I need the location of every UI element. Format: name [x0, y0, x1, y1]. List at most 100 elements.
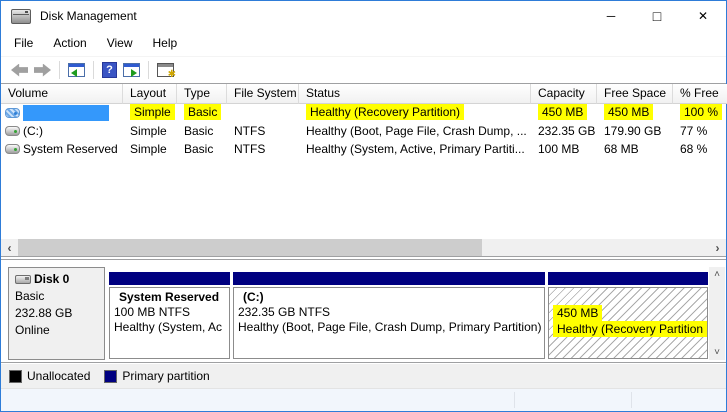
pct-free-cell: 100 % [673, 104, 727, 122]
toolbar: ? [1, 57, 726, 83]
primary-partition-swatch-icon [104, 369, 118, 383]
volume-cell: (C:) [1, 122, 123, 140]
menu-action[interactable]: Action [43, 31, 96, 56]
capacity-cell: 232.35 GB [538, 124, 596, 138]
partition-system-reserved[interactable]: System Reserved 100 MB NTFS Healthy (Sys… [109, 267, 230, 360]
type-cell: Basic [177, 104, 227, 122]
volume-cell: System Reserved [1, 140, 123, 158]
disk-0-info-block[interactable]: Disk 0 Basic 232.88 GB Online [8, 267, 105, 360]
back-button[interactable] [8, 59, 31, 81]
layout-cell: Simple [123, 104, 177, 122]
disk-title: Disk 0 [15, 271, 104, 288]
horizontal-scrollbar[interactable]: ‹ › [1, 239, 726, 256]
menu-bar: File Action View Help [1, 31, 726, 57]
scroll-down-icon[interactable]: ˅ [709, 345, 725, 360]
layout-cell: Simple [130, 142, 167, 156]
status-bar [1, 388, 726, 411]
volume-list-panel: Volume Layout Type File System Status Ca… [1, 83, 727, 257]
menu-help[interactable]: Help [143, 31, 188, 56]
status-bar-separator [514, 392, 515, 408]
volume-icon [5, 144, 20, 154]
partition-status: Healthy (System, Ac [114, 320, 223, 334]
scroll-left-icon[interactable]: ‹ [1, 239, 18, 256]
pct-free-cell: 68 % [680, 142, 708, 156]
partition-size: 450 MB [553, 305, 707, 322]
file-system-cell: NTFS [234, 142, 266, 156]
column-header-status[interactable]: Status [299, 84, 531, 104]
horizontal-scrollbar-thumb[interactable] [18, 239, 482, 256]
scroll-right-icon[interactable]: › [709, 239, 726, 256]
column-header-volume[interactable]: Volume [1, 84, 123, 104]
status-cell: Healthy (System, Active, Primary Partiti… [306, 142, 525, 156]
vertical-scrollbar[interactable]: ˄ ˅ [709, 267, 725, 360]
partition-size: 100 MB NTFS [114, 305, 191, 319]
partition-recovery[interactable]: 450 MB Healthy (Recovery Partition [548, 267, 708, 360]
column-header-layout[interactable]: Layout [123, 84, 177, 104]
disk-type: Basic [15, 289, 45, 303]
forward-button[interactable] [31, 59, 54, 81]
column-header-free-space[interactable]: Free Space [597, 84, 673, 104]
window-controls: ─ □ ✕ [588, 1, 726, 31]
volume-name-selection [23, 105, 109, 121]
column-header-file-system[interactable]: File System [227, 84, 299, 104]
partition-color-bar [109, 272, 230, 285]
pct-free-cell: 77 % [680, 124, 708, 138]
menu-file[interactable]: File [4, 31, 43, 56]
maximize-button[interactable]: □ [634, 1, 680, 31]
back-icon [11, 63, 28, 77]
list-header: Volume Layout Type File System Status Ca… [1, 84, 727, 104]
volume-cell [1, 104, 123, 122]
legend-label-unallocated: Unallocated [27, 369, 91, 383]
partition-color-bar [548, 272, 708, 285]
unallocated-swatch-icon [9, 369, 22, 383]
title-bar: Disk Management ─ □ ✕ [1, 1, 726, 31]
manage-extension-button[interactable] [154, 59, 177, 81]
help-icon: ? [102, 62, 117, 78]
type-cell: Basic [184, 124, 214, 138]
capacity-cell: 450 MB [531, 104, 597, 122]
menu-view[interactable]: View [97, 31, 143, 56]
disk-status: Online [15, 323, 50, 337]
toolbar-separator [93, 61, 94, 79]
volume-row-system-reserved[interactable]: System Reserved Simple Basic NTFS Health… [1, 140, 726, 158]
legend-label-primary-partition: Primary partition [122, 369, 210, 383]
status-bar-separator [631, 392, 632, 408]
disk-management-app-icon [11, 8, 31, 24]
partition-status: Healthy (Boot, Page File, Crash Dump, Pr… [238, 320, 542, 334]
toolbar-separator [148, 61, 149, 79]
disk-0-row: Disk 0 Basic 232.88 GB Online System Res… [1, 267, 726, 360]
volume-icon [5, 126, 20, 136]
help-button[interactable]: ? [99, 59, 120, 81]
volume-name: (C:) [23, 124, 43, 138]
partition-body: (C:) 232.35 GB NTFS Healthy (Boot, Page … [233, 287, 545, 359]
free-space-cell: 450 MB [597, 104, 673, 122]
partition-name: System Reserved [119, 290, 220, 304]
show-action-pane-button[interactable] [120, 59, 143, 81]
show-console-tree-button[interactable] [65, 59, 88, 81]
column-header-pct-free[interactable]: % Free [673, 84, 727, 104]
legend-bar: Unallocated Primary partition [1, 364, 726, 388]
file-system-cell [227, 104, 299, 122]
disk-management-window: Disk Management ─ □ ✕ File Action View H… [0, 0, 727, 412]
file-system-cell: NTFS [234, 124, 266, 138]
console-tree-icon [68, 63, 85, 77]
column-header-capacity[interactable]: Capacity [531, 84, 597, 104]
window-title: Disk Management [40, 9, 137, 23]
disk-graphical-panel: Disk 0 Basic 232.88 GB Online System Res… [1, 259, 726, 363]
capacity-cell: 100 MB [538, 142, 580, 156]
column-header-type[interactable]: Type [177, 84, 227, 104]
action-pane-icon [123, 63, 140, 77]
close-button[interactable]: ✕ [680, 1, 726, 31]
status-cell: Healthy (Boot, Page File, Crash Dump, ..… [306, 124, 527, 138]
volume-row-c[interactable]: (C:) Simple Basic NTFS Healthy (Boot, Pa… [1, 122, 726, 140]
free-space-cell: 179.90 GB [604, 124, 662, 138]
partition-c[interactable]: (C:) 232.35 GB NTFS Healthy (Boot, Page … [233, 267, 545, 360]
volume-name: System Reserved [23, 142, 118, 156]
minimize-button[interactable]: ─ [588, 1, 634, 31]
volume-icon [5, 108, 20, 118]
volume-row-recovery[interactable]: Simple Basic Healthy (Recovery Partition… [1, 104, 726, 122]
partition-status: Healthy (Recovery Partition [553, 321, 707, 338]
scroll-up-icon[interactable]: ˄ [709, 267, 725, 282]
forward-icon [34, 63, 51, 77]
